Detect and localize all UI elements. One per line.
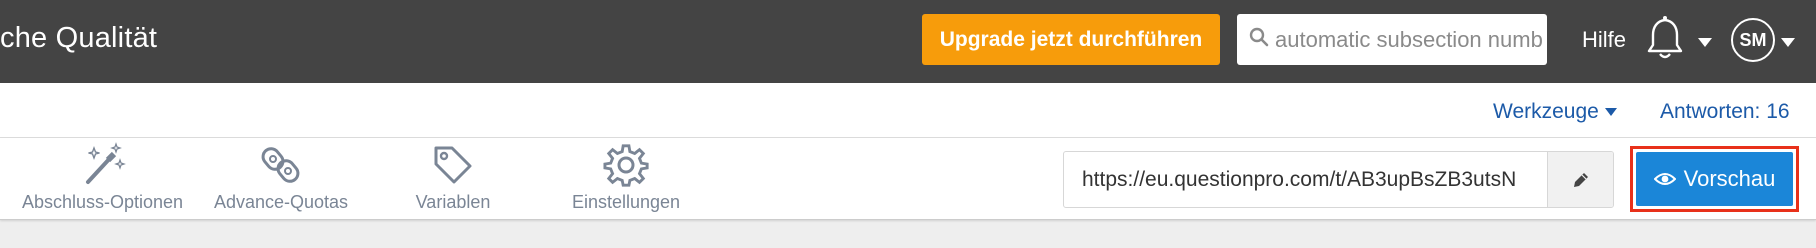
- edit-url-button[interactable]: [1547, 152, 1613, 207]
- toolbar-item-completion-options[interactable]: Abschluss-Optionen: [0, 142, 205, 213]
- tools-menu-label: Werkzeuge: [1493, 100, 1599, 123]
- sub-header: Werkzeuge Antworten: 16: [0, 83, 1816, 138]
- survey-toolbar: Abschluss-Optionen Advance-Quotas Variab…: [0, 138, 1816, 220]
- toolbar-item-label: Abschluss-Optionen: [21, 192, 184, 212]
- toolbar-item-label: Variablen: [415, 192, 491, 212]
- eye-icon: [1653, 173, 1676, 185]
- responses-link[interactable]: Antworten: 16: [1660, 100, 1790, 124]
- survey-title: che Qualität: [0, 22, 158, 54]
- preview-button-label: Vorschau: [1683, 166, 1776, 191]
- account-chevron-down-icon[interactable]: [1781, 34, 1795, 52]
- preview-highlight: Vorschau: [1630, 146, 1799, 212]
- toolbar-item-settings[interactable]: Einstellungen: [560, 142, 692, 213]
- pencil-icon: [1573, 172, 1588, 187]
- quota-link-icon: [261, 147, 300, 183]
- search-box[interactable]: [1237, 14, 1547, 65]
- tools-menu[interactable]: Werkzeuge: [1493, 100, 1617, 124]
- toolbar-item-label: Advance-Quotas: [213, 192, 349, 212]
- notifications-bell-icon[interactable]: [1645, 14, 1685, 62]
- avatar[interactable]: SM: [1731, 18, 1775, 62]
- preview-button[interactable]: Vorschau: [1636, 152, 1793, 206]
- toolbar-item-advance-quotas[interactable]: Advance-Quotas: [200, 142, 362, 213]
- search-input[interactable]: [1275, 26, 1545, 53]
- search-icon: [1249, 27, 1269, 52]
- notifications-chevron-down-icon[interactable]: [1698, 34, 1712, 52]
- survey-url-field[interactable]: https://eu.questionpro.com/t/AB3upBsZB3u…: [1063, 151, 1614, 208]
- chevron-down-icon: [1604, 108, 1617, 116]
- survey-url-text[interactable]: https://eu.questionpro.com/t/AB3upBsZB3u…: [1082, 168, 1542, 192]
- top-header: che Qualität Upgrade jetzt durchführen H…: [0, 0, 1816, 83]
- toolbar-item-variables[interactable]: Variablen: [400, 142, 506, 213]
- magic-wand-icon: [85, 142, 126, 184]
- gear-icon: [603, 144, 649, 187]
- help-link[interactable]: Hilfe: [1582, 27, 1626, 53]
- toolbar-item-label: Einstellungen: [571, 192, 681, 212]
- upgrade-button[interactable]: Upgrade jetzt durchführen: [922, 14, 1220, 65]
- tag-icon: [434, 146, 472, 184]
